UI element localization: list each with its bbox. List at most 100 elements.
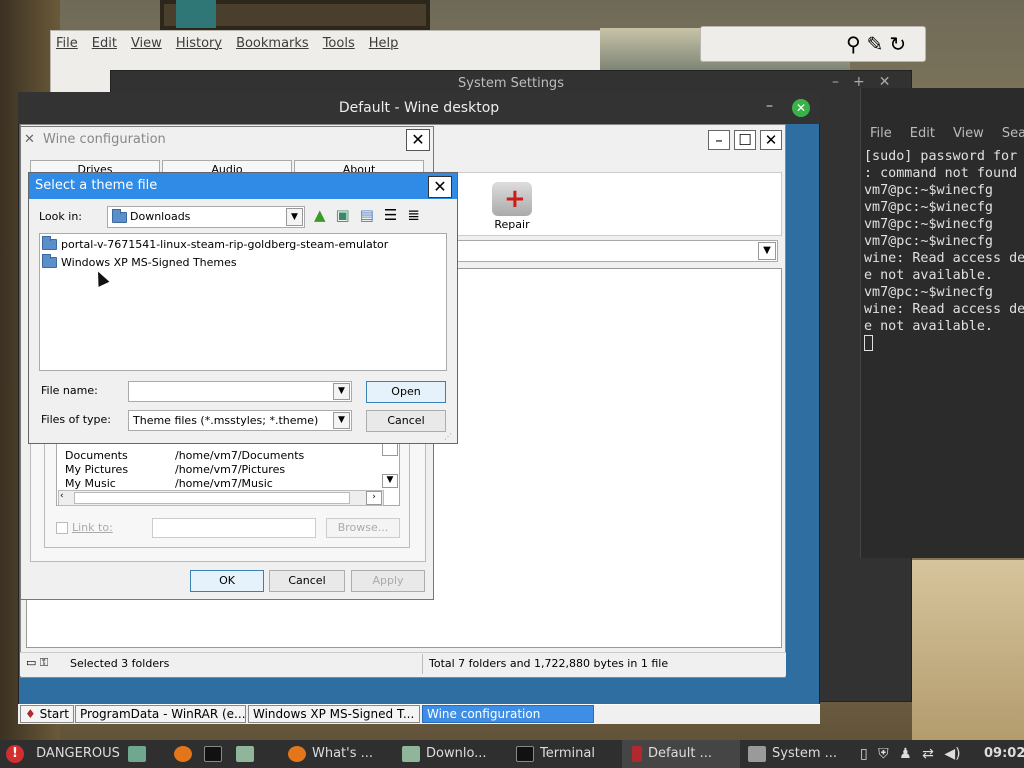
wine-task-wine-config[interactable]: Wine configuration xyxy=(422,705,594,723)
main-menu-button[interactable]: ! DANGEROUS xyxy=(6,744,120,764)
files-of-type-select[interactable]: Theme files (*.msstyles; *.theme) xyxy=(128,410,352,431)
resize-grip-icon[interactable]: ⋰ xyxy=(444,432,452,441)
desktop-icon[interactable]: ▣ xyxy=(336,206,350,224)
task-downloads[interactable]: Downlo... xyxy=(402,744,487,764)
folder-icon xyxy=(42,236,57,250)
file-name-input[interactable] xyxy=(128,381,352,402)
show-desktop-icon[interactable] xyxy=(128,744,152,764)
wine-glass-icon: ♦ xyxy=(25,707,36,721)
minimize-icon[interactable]: – xyxy=(766,98,773,114)
close-icon[interactable]: ✕ xyxy=(428,176,452,198)
task-label: System ... xyxy=(772,746,838,761)
firefox-icon xyxy=(288,745,306,762)
menu-view[interactable]: View xyxy=(131,36,162,51)
clipboard-icon[interactable]: ▯ xyxy=(860,746,868,762)
status-total: Total 7 folders and 1,722,880 bytes in 1… xyxy=(429,657,669,670)
main-menu-label: DANGEROUS xyxy=(36,746,120,761)
folder-name: Documents xyxy=(65,449,128,462)
chevron-right-icon[interactable]: › xyxy=(366,491,382,505)
wine-task-winrar[interactable]: ProgramData - WinRAR (e... xyxy=(75,705,246,723)
list-view-icon[interactable]: ☰ xyxy=(384,206,397,224)
search-icon[interactable]: ⚲ xyxy=(846,32,861,56)
task-default-wine[interactable]: Default ... xyxy=(632,744,712,764)
up-folder-icon[interactable]: ▲ xyxy=(314,206,326,224)
start-button[interactable]: ♦ Start xyxy=(20,705,74,723)
repair-button[interactable]: Repair xyxy=(488,182,536,231)
user-icon[interactable]: ♟ xyxy=(899,746,912,762)
chevron-down-icon[interactable]: ▼ xyxy=(286,208,303,226)
task-terminal[interactable]: Terminal xyxy=(516,744,595,764)
terminal-cursor xyxy=(864,335,873,351)
terminal-menu-file[interactable]: File xyxy=(870,126,892,141)
chevron-down-icon[interactable]: ▼ xyxy=(382,474,398,488)
maximize-icon[interactable]: ☐ xyxy=(734,130,756,150)
look-in-combobox[interactable]: Downloads xyxy=(107,206,305,228)
menu-history[interactable]: History xyxy=(176,36,222,51)
path-combobox[interactable] xyxy=(420,240,778,262)
shield-icon[interactable]: ⛨ xyxy=(878,746,889,762)
terminal-menu-edit[interactable]: Edit xyxy=(910,126,935,141)
look-in-label: Look in: xyxy=(39,210,82,223)
link-to-input[interactable] xyxy=(152,518,316,538)
close-icon[interactable]: ✕ xyxy=(760,130,782,150)
apply-button[interactable]: Apply xyxy=(351,570,425,592)
theme-file-list[interactable] xyxy=(39,233,447,371)
open-button[interactable]: Open xyxy=(366,381,446,403)
brush-icon[interactable]: ✎ xyxy=(867,32,884,56)
folder-icon xyxy=(402,745,420,762)
task-system-settings[interactable]: System ... xyxy=(748,744,837,764)
terminal-line: : command not found xyxy=(864,166,1018,181)
terminal-line: vm7@pc:~$winecfg xyxy=(864,234,993,249)
vertical-scrollbar-thumb[interactable] xyxy=(382,442,398,456)
file-name: Windows XP MS-Signed Themes xyxy=(61,256,237,269)
close-icon[interactable]: ✕ xyxy=(792,99,810,117)
tray-icons: ▯ ⛨ ♟ ⇄ ◀) xyxy=(860,744,961,764)
menu-tools[interactable]: Tools xyxy=(323,36,355,51)
folder-name: My Pictures xyxy=(65,463,129,476)
list-item[interactable]: Documents /home/vm7/Documents xyxy=(65,449,304,462)
cancel-button[interactable]: Cancel xyxy=(269,570,345,592)
task-whats[interactable]: What's ... xyxy=(288,744,373,764)
menu-file[interactable]: File xyxy=(56,36,78,51)
winrar-toolbar xyxy=(420,172,782,236)
firefox-launcher-icon[interactable] xyxy=(174,744,198,764)
menu-edit[interactable]: Edit xyxy=(92,36,117,51)
task-label: Default ... xyxy=(648,746,713,761)
chevron-down-icon[interactable]: ▼ xyxy=(333,383,350,400)
reload-icon[interactable]: ↻ xyxy=(889,32,906,56)
folder-path: /home/vm7/Music xyxy=(175,477,273,490)
terminal-launcher-icon[interactable] xyxy=(204,744,228,764)
terminal-line: wine: Read access de xyxy=(864,302,1024,317)
volume-icon[interactable]: ◀) xyxy=(944,746,960,762)
list-item[interactable]: portal-v-7671541-linux-steam-rip-goldber… xyxy=(42,236,388,251)
close-icon[interactable]: ✕ xyxy=(406,129,430,151)
list-item[interactable]: My Pictures /home/vm7/Pictures xyxy=(65,463,285,476)
wine-task-xp-themes[interactable]: Windows XP MS-Signed T... xyxy=(248,705,420,723)
list-item[interactable]: Windows XP MS-Signed Themes xyxy=(42,254,237,269)
chevron-left-icon[interactable]: ‹ xyxy=(60,491,64,501)
chevron-down-icon[interactable]: ▼ xyxy=(333,412,350,429)
ok-button[interactable]: OK xyxy=(190,570,264,592)
minimize-icon[interactable]: – xyxy=(708,130,730,150)
browse-button[interactable]: Browse... xyxy=(326,518,400,538)
terminal-output[interactable]: [sudo] password for: command not found vm… xyxy=(864,148,1024,352)
link-to-checkbox[interactable] xyxy=(56,522,68,534)
terminal-line: vm7@pc:~$winecfg xyxy=(864,285,993,300)
cancel-button[interactable]: Cancel xyxy=(366,410,446,432)
horizontal-scrollbar-thumb[interactable] xyxy=(74,492,350,504)
files-launcher-icon[interactable] xyxy=(236,744,260,764)
wine-desktop-title: Default - Wine desktop xyxy=(18,92,820,124)
terminal-menu-view[interactable]: View xyxy=(953,126,984,141)
list-item[interactable]: My Music /home/vm7/Music xyxy=(65,477,273,490)
terminal-menu-search[interactable]: Search xyxy=(1002,126,1024,141)
chevron-down-icon[interactable]: ▼ xyxy=(758,242,776,260)
new-folder-icon[interactable]: ▤ xyxy=(360,206,374,224)
minimize-icon[interactable]: – xyxy=(832,74,839,90)
clock[interactable]: 09:02 xyxy=(984,744,1024,764)
warning-icon: ! xyxy=(6,744,24,763)
menu-bookmarks[interactable]: Bookmarks xyxy=(236,36,309,51)
menu-help[interactable]: Help xyxy=(369,36,399,51)
details-view-icon[interactable]: ≣ xyxy=(407,206,420,224)
terminal-line: vm7@pc:~$winecfg xyxy=(864,217,993,232)
network-icon[interactable]: ⇄ xyxy=(922,746,934,762)
